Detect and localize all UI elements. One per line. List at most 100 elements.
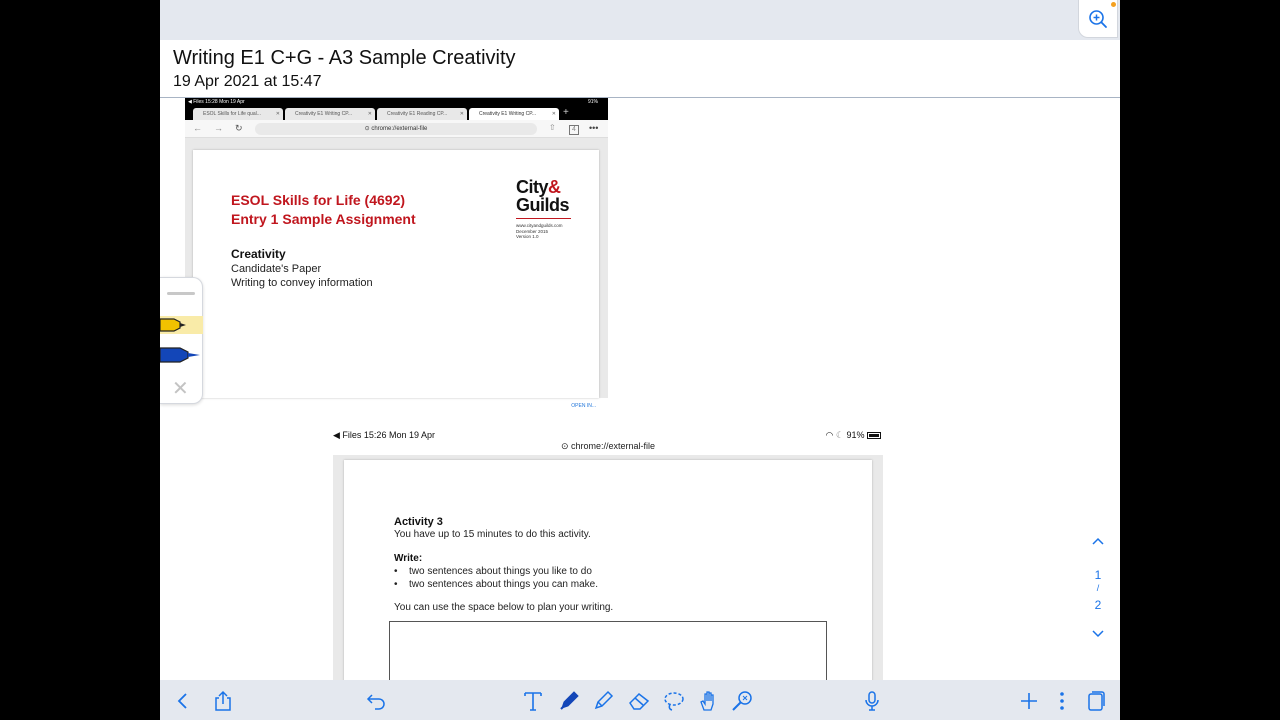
browser-tab: Creativity E1 Writing CP... ✕ — [285, 108, 375, 120]
doc-heading: ESOL Skills for Life (4692) Entry 1 Samp… — [231, 191, 481, 229]
plus-icon — [1019, 691, 1039, 711]
list-item-text: two sentences about things you can make. — [409, 579, 599, 590]
doc-line: Writing to convey information — [231, 277, 373, 289]
url-label: ⊙ chrome://external-file — [560, 441, 656, 451]
shapes-tool-button[interactable] — [729, 688, 755, 714]
share-icon — [213, 690, 233, 712]
list-item: • two sentences about things you like to … — [394, 566, 592, 577]
back-button[interactable] — [170, 688, 196, 714]
pen-icon — [160, 346, 203, 364]
bottom-toolbar — [160, 680, 1120, 720]
pen-tool[interactable] — [160, 346, 203, 364]
status-left: ◀ Files 15:28 Mon 19 Apr — [188, 99, 245, 105]
activity-time: You have up to 15 minutes to do this act… — [394, 529, 591, 540]
close-icon[interactable]: ✕ — [172, 376, 189, 401]
microphone-icon — [864, 690, 880, 712]
logo-version: Version 1.0 — [516, 234, 539, 239]
city-guilds-logo: City& Guilds — [516, 177, 570, 215]
close-icon: ✕ — [459, 111, 464, 117]
status-right: ◠ ☾ 91% — [825, 430, 881, 441]
doc-heading-line2: Entry 1 Sample Assignment — [231, 211, 416, 227]
tab-label: Creativity E1 Reading CP... — [387, 111, 448, 117]
note-date: 19 Apr 2021 at 15:47 — [173, 73, 322, 90]
logo-rule — [516, 218, 571, 219]
close-icon: ✕ — [275, 111, 280, 117]
current-page: 1 — [1094, 568, 1102, 582]
total-pages: 2 — [1094, 598, 1102, 612]
new-tab-icon: + — [563, 107, 569, 118]
browser-tab: ESOL Skills for Life qual... ✕ — [193, 108, 283, 120]
write-label: Write: — [394, 553, 423, 564]
browser-tab: Creativity E1 Reading CP... ✕ — [377, 108, 467, 120]
pdf-page: ESOL Skills for Life (4692) Entry 1 Samp… — [193, 150, 599, 398]
status-left: ◀ Files 15:26 Mon 19 Apr — [333, 430, 435, 440]
pen-tool-button[interactable] — [556, 688, 582, 714]
zoom-in-icon — [1088, 9, 1108, 29]
highlighter-tool-button[interactable] — [590, 688, 616, 714]
pages-button[interactable] — [1083, 688, 1109, 714]
pdf-viewer: ESOL Skills for Life (4692) Entry 1 Samp… — [185, 138, 608, 398]
doc-subtitle: Creativity — [231, 247, 286, 261]
more-icon: ••• — [589, 123, 599, 133]
more-vertical-icon — [1059, 691, 1065, 711]
highlighter-icon — [592, 690, 614, 712]
browser-tab-strip: ESOL Skills for Life qual... ✕ Creativity… — [185, 106, 608, 120]
forward-arrow-icon: → — [214, 123, 223, 133]
text-icon — [523, 690, 543, 712]
logo-meta: www.cityandguilds.com December 2015 Vers… — [516, 223, 563, 240]
top-bar — [160, 0, 1120, 40]
lasso-icon — [662, 690, 686, 712]
share-button[interactable] — [210, 688, 236, 714]
logo-text-bottom: Guilds — [516, 195, 570, 215]
hand-icon — [697, 690, 719, 712]
lasso-tool-button[interactable] — [661, 688, 687, 714]
text-tool-button[interactable] — [520, 688, 546, 714]
activity-title: Activity 3 — [394, 516, 443, 528]
open-in-link: OPEN IN... — [571, 403, 596, 409]
chevron-up-icon[interactable] — [1091, 536, 1105, 546]
browser-tab-active: Creativity E1 Writing CP... ✕ — [469, 108, 559, 120]
eraser-tool-button[interactable] — [626, 688, 652, 714]
list-item-text: two sentences about things you like to d… — [409, 566, 592, 577]
microphone-button[interactable] — [859, 688, 885, 714]
back-arrow-icon: ← — [193, 123, 202, 133]
page-separator: / — [1096, 583, 1100, 593]
chevron-down-icon[interactable] — [1091, 629, 1105, 639]
logo-ampersand: & — [548, 177, 561, 197]
magic-wand-icon — [730, 690, 754, 712]
note-title[interactable]: Writing E1 C+G - A3 Sample Creativity — [173, 47, 516, 70]
palette-grip[interactable] — [167, 292, 195, 295]
add-button[interactable] — [1016, 688, 1042, 714]
plan-note: You can use the space below to plan your… — [394, 602, 614, 613]
tab-label: ESOL Skills for Life qual... — [203, 111, 261, 117]
chevron-left-icon — [176, 691, 190, 711]
tab-label: Creativity E1 Writing CP... — [295, 111, 353, 117]
close-icon: ✕ — [551, 111, 556, 117]
highlighter-icon — [160, 316, 188, 334]
notes-app: Writing E1 C+G - A3 Sample Creativity 19… — [160, 0, 1120, 720]
embedded-screenshot-2[interactable]: Activity 3 You have up to 15 minutes to … — [333, 455, 883, 701]
list-item: • two sentences about things you can make… — [394, 579, 599, 590]
tabs-count-icon: 4 — [569, 125, 579, 135]
logo-text-top: City — [516, 177, 549, 197]
touch-tool-button[interactable] — [695, 688, 721, 714]
undo-button[interactable] — [364, 688, 390, 714]
tool-palette: ✕ — [160, 277, 203, 404]
logo-url: www.cityandguilds.com — [516, 223, 563, 228]
highlighter-tool[interactable] — [160, 316, 188, 334]
more-button[interactable] — [1049, 688, 1075, 714]
battery-icon — [867, 432, 881, 440]
status-dot — [1111, 2, 1116, 7]
tab-label: Creativity E1 Writing CP... — [479, 111, 537, 117]
share-icon: ⇧ — [549, 123, 556, 132]
page-indicator: 1 / 2 — [1085, 536, 1111, 646]
embedded-screenshot-1[interactable]: ◀ Files 15:28 Mon 19 Apr 91% ESOL Skills… — [185, 98, 608, 413]
pages-icon — [1086, 690, 1106, 712]
status-bar: ◀ Files 15:28 Mon 19 Apr 91% — [185, 98, 608, 106]
doc-heading-line1: ESOL Skills for Life (4692) — [231, 192, 406, 208]
url-field: ⊙ chrome://external-file — [255, 123, 537, 135]
battery-text: 91% — [587, 99, 598, 105]
moon-icon: ☾ — [835, 430, 844, 440]
pdf-page: Activity 3 You have up to 15 minutes to … — [344, 460, 872, 701]
wifi-icon: ◠ — [825, 430, 834, 440]
